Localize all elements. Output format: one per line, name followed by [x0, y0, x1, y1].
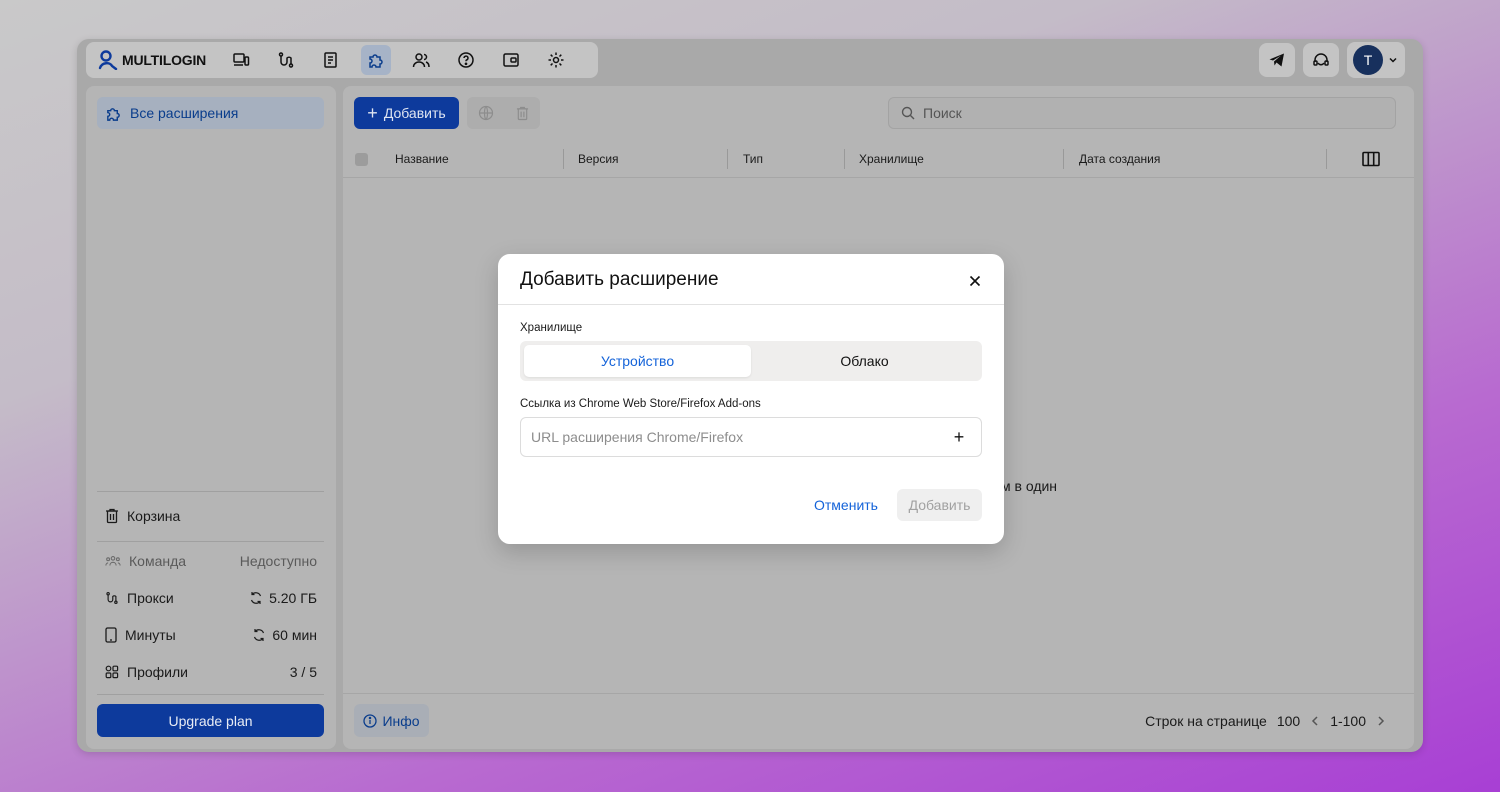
storage-label: Хранилище [520, 322, 583, 334]
sidebar-item-label: Команда [129, 553, 187, 569]
select-all-checkbox[interactable] [355, 153, 368, 166]
headset-icon [1313, 53, 1329, 66]
info-button[interactable]: Инфо [354, 704, 429, 737]
bulk-actions [467, 97, 540, 129]
team-icon[interactable] [406, 45, 436, 75]
column-version[interactable]: Версия [578, 152, 619, 166]
refresh-icon [251, 592, 262, 604]
profiles-grid-icon [105, 665, 119, 679]
rows-per-page-label: Строк на странице [1145, 713, 1267, 729]
url-field: + [520, 417, 982, 457]
page-range: 1-100 [1330, 713, 1366, 729]
sidebar-item-team: Команда Недоступно [105, 553, 317, 569]
sidebar-item-label: Корзина [127, 508, 181, 524]
column-name[interactable]: Название [395, 152, 449, 166]
team-icon [105, 556, 121, 566]
help-icon[interactable] [451, 45, 481, 75]
support-button[interactable] [1303, 43, 1339, 77]
extensions-icon [107, 107, 120, 121]
profiles-value: 3 / 5 [289, 664, 317, 680]
sidebar: Все расширения Корзина Команда Недоступн… [86, 86, 336, 749]
extensions-icon[interactable] [361, 45, 392, 75]
avatar: T [1353, 45, 1383, 75]
storage-option-cloud[interactable]: Облако [751, 345, 978, 377]
divider [343, 693, 1414, 694]
rows-per-page-select[interactable]: 100 [1277, 713, 1300, 729]
logo[interactable]: MULTILOGIN [98, 50, 206, 70]
close-button[interactable] [966, 272, 984, 290]
column-type[interactable]: Тип [743, 152, 763, 166]
chevron-left-icon[interactable] [1310, 715, 1320, 727]
search-input[interactable]: Поиск [888, 97, 1396, 129]
trash-icon[interactable] [516, 106, 529, 121]
proxy-icon[interactable] [271, 45, 301, 75]
profiles-icon[interactable] [226, 45, 256, 75]
sidebar-item-label: Все расширения [130, 105, 239, 121]
sidebar-item-label: Прокси [127, 590, 174, 606]
sidebar-item-minutes[interactable]: Минуты 60 мин [105, 627, 317, 643]
sidebar-item-proxy[interactable]: Прокси 5.20 ГБ [105, 590, 317, 606]
info-icon [363, 713, 378, 728]
search-placeholder: Поиск [923, 105, 962, 121]
logo-icon [98, 50, 118, 70]
sidebar-item-label: Минуты [125, 627, 176, 643]
phone-icon [105, 627, 117, 643]
telegram-icon [1269, 53, 1284, 67]
add-button-label: Добавить [383, 105, 446, 121]
sidebar-item-trash[interactable]: Корзина [105, 508, 317, 524]
sidebar-item-all-extensions[interactable]: Все расширения [97, 97, 324, 129]
user-menu[interactable]: T [1347, 42, 1405, 78]
close-icon [969, 275, 981, 287]
add-extension-dialog: Добавить расширение Хранилище Устройство… [498, 254, 1004, 544]
cancel-button[interactable]: Отменить [804, 489, 888, 521]
minutes-value: 60 мин [272, 627, 317, 643]
trash-icon [106, 508, 118, 524]
top-nav: MULTILOGIN [86, 42, 598, 78]
storage-option-device[interactable]: Устройство [524, 345, 751, 377]
storage-toggle: Устройство Облако [520, 341, 982, 381]
upgrade-plan-button[interactable]: Upgrade plan [97, 704, 324, 737]
chevron-right-icon[interactable] [1376, 715, 1386, 727]
extension-url-input[interactable] [531, 429, 951, 445]
dialog-title: Добавить расширение [520, 269, 719, 290]
top-right-actions: T [1259, 42, 1405, 78]
pagination: Строк на странице 100 1-100 [1145, 713, 1386, 729]
url-label: Ссылка из Chrome Web Store/Firefox Add-o… [520, 398, 761, 410]
refresh-icon [254, 629, 265, 641]
wallet-icon[interactable] [496, 45, 526, 75]
info-label: Инфо [382, 712, 420, 729]
search-icon [901, 106, 915, 120]
chevron-down-icon [1389, 57, 1397, 63]
columns-icon[interactable] [1362, 151, 1380, 167]
divider [97, 541, 324, 542]
empty-state-text: м в один [1001, 478, 1058, 494]
proxy-value: 5.20 ГБ [269, 590, 317, 606]
divider [97, 694, 324, 695]
column-created[interactable]: Дата создания [1079, 152, 1160, 166]
divider [498, 304, 1004, 305]
scripts-icon[interactable] [316, 45, 346, 75]
settings-icon[interactable] [541, 45, 571, 75]
add-extension-button[interactable]: + Добавить [354, 97, 459, 129]
logo-text: MULTILOGIN [122, 52, 207, 68]
team-status: Недоступно [239, 553, 317, 569]
sidebar-item-profiles[interactable]: Профили 3 / 5 [105, 664, 317, 680]
submit-button[interactable]: Добавить [897, 489, 982, 521]
proxy-icon [106, 591, 118, 605]
globe-icon[interactable] [478, 105, 494, 121]
divider [97, 491, 324, 492]
add-url-button[interactable]: + [951, 427, 967, 448]
sidebar-item-label: Профили [127, 664, 188, 680]
table-header: Название Версия Тип Хранилище Дата созда… [343, 140, 1414, 178]
telegram-button[interactable] [1259, 43, 1295, 77]
column-storage[interactable]: Хранилище [859, 152, 924, 166]
plus-icon: + [367, 103, 378, 123]
